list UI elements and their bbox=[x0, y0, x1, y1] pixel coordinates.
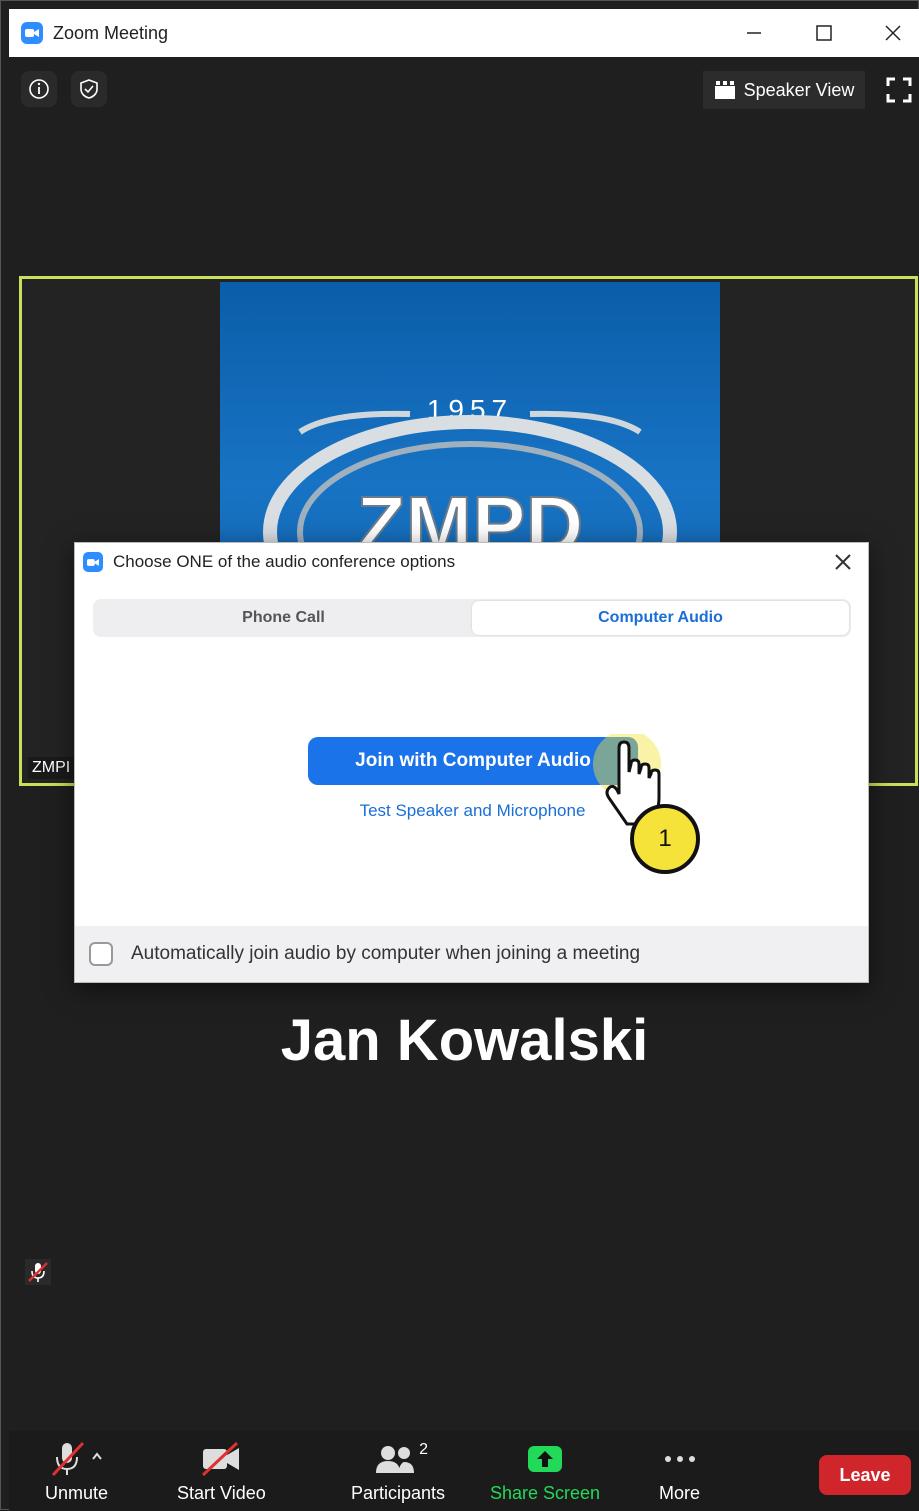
auto-join-checkbox[interactable] bbox=[89, 942, 113, 966]
tab-computer-audio[interactable]: Computer Audio bbox=[472, 601, 849, 635]
shield-check-icon bbox=[80, 79, 98, 99]
info-icon bbox=[29, 79, 49, 99]
muted-mic-icon bbox=[25, 1259, 51, 1285]
participants-label: Participants bbox=[351, 1483, 446, 1503]
participant-name: Jan Kowalski bbox=[280, 1008, 649, 1073]
minimize-button[interactable] bbox=[731, 9, 777, 57]
unmute-button[interactable]: Unmute bbox=[45, 1439, 108, 1504]
zoom-app-icon bbox=[83, 552, 103, 572]
maximize-button[interactable] bbox=[801, 9, 847, 57]
video-off-icon bbox=[202, 1441, 240, 1477]
speaker-view-button[interactable]: Speaker View bbox=[703, 71, 865, 109]
meeting-info-button[interactable] bbox=[21, 71, 57, 107]
share-screen-button[interactable]: Share Screen bbox=[490, 1439, 600, 1504]
more-label: More bbox=[659, 1483, 701, 1503]
share-arrow-icon bbox=[528, 1446, 563, 1472]
close-window-button[interactable] bbox=[870, 9, 916, 57]
grid-view-icon bbox=[714, 81, 735, 99]
more-button[interactable]: More bbox=[659, 1439, 700, 1504]
speaker-view-label: Speaker View bbox=[743, 79, 855, 100]
dialog-footer: Automatically join audio by computer whe… bbox=[75, 926, 868, 982]
title-bar: Zoom Meeting bbox=[9, 9, 919, 57]
fullscreen-icon[interactable] bbox=[886, 77, 912, 103]
test-speaker-microphone-link[interactable]: Test Speaker and Microphone bbox=[75, 801, 870, 821]
close-icon bbox=[835, 554, 851, 570]
audio-options-dialog: Choose ONE of the audio conference optio… bbox=[74, 542, 869, 983]
more-dots-icon bbox=[664, 1456, 695, 1462]
participants-button[interactable]: 2 Participants bbox=[351, 1439, 445, 1504]
window-title: Zoom Meeting bbox=[53, 22, 169, 43]
auto-join-label: Automatically join audio by computer whe… bbox=[131, 943, 641, 964]
meeting-toolbar: Unmute Start Video 2 Participants Share … bbox=[9, 1431, 919, 1511]
leave-button[interactable]: Leave bbox=[819, 1455, 911, 1495]
participants-icon bbox=[376, 1446, 415, 1473]
tile-name-label: ZMPI bbox=[28, 757, 75, 779]
dialog-title: Choose ONE of the audio conference optio… bbox=[113, 552, 456, 571]
participants-count: 2 bbox=[419, 1441, 429, 1458]
step-number-badge: 1 bbox=[630, 804, 700, 874]
chevron-up-icon bbox=[91, 1452, 102, 1460]
dialog-close-button[interactable] bbox=[828, 547, 858, 577]
test-link-text[interactable]: Test Speaker and Microphone bbox=[360, 801, 586, 820]
top-left-icons bbox=[21, 71, 107, 107]
dialog-header: Choose ONE of the audio conference optio… bbox=[75, 543, 868, 581]
tab-phone-call[interactable]: Phone Call bbox=[95, 601, 472, 635]
unmute-label: Unmute bbox=[45, 1483, 109, 1503]
share-screen-label: Share Screen bbox=[490, 1483, 601, 1503]
start-video-label: Start Video bbox=[177, 1483, 266, 1503]
start-video-button[interactable]: Start Video bbox=[177, 1439, 266, 1504]
muted-mic-icon bbox=[51, 1441, 102, 1477]
zoom-window: Zoom Meeting Speaker View 1957 ZMPD ZMPI… bbox=[0, 0, 919, 1511]
security-button[interactable] bbox=[71, 71, 107, 107]
audio-tabs: Phone Call Computer Audio bbox=[93, 599, 851, 637]
zoom-app-icon bbox=[21, 22, 43, 44]
